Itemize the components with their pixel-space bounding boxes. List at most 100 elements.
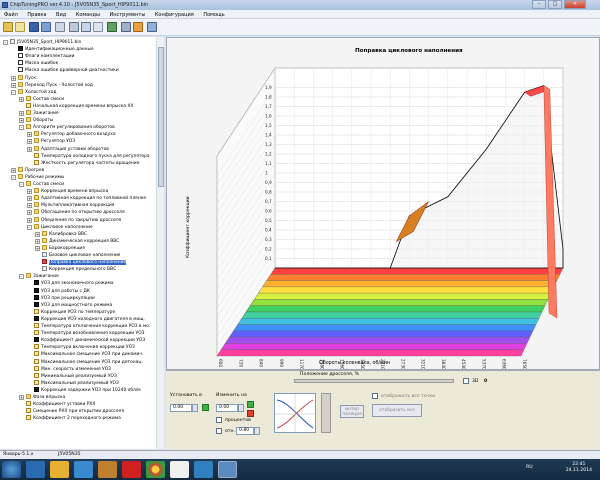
tree-item[interactable]: УОЗ для работы с ДК xyxy=(27,287,90,294)
expander-icon[interactable]: + xyxy=(27,146,32,152)
expander-icon[interactable]: + xyxy=(35,245,40,251)
open-icon[interactable] xyxy=(3,22,13,32)
set-to-input[interactable]: 0.00 xyxy=(170,404,192,412)
display-all-button[interactable]: отобразить все xyxy=(372,404,422,417)
tree-item[interactable]: Маска ошибок xyxy=(11,60,58,66)
tree-item[interactable]: Максимальное смещение УОЗ при детонац. xyxy=(27,358,143,365)
expander-icon[interactable]: + xyxy=(35,238,40,244)
taskbar-ie-icon[interactable] xyxy=(26,461,45,478)
tree-item[interactable]: УОЗ для экономичного режима xyxy=(27,280,114,286)
menu-tools[interactable]: Инструменты xyxy=(106,10,150,18)
surface-chart[interactable]: 0,10,20,30,40,50,60,70,80,911,11,21,31,4… xyxy=(167,38,599,369)
tree-item[interactable]: + Обороты xyxy=(19,117,53,124)
taskbar-explorer-icon[interactable] xyxy=(50,461,69,478)
tree-item[interactable]: + Прогрев xyxy=(11,166,44,173)
settings-icon[interactable] xyxy=(121,22,131,32)
throttle-slider[interactable] xyxy=(294,379,454,383)
expander-icon[interactable]: - xyxy=(19,274,24,280)
save-as-icon[interactable] xyxy=(41,22,51,32)
minimize-button[interactable]: – xyxy=(532,0,546,9)
interpolation-slider[interactable] xyxy=(321,393,331,433)
tree-item[interactable]: Коэффициент динамической коррекции УОЗ xyxy=(27,337,145,343)
expander-icon[interactable]: - xyxy=(3,40,8,45)
change-by-input[interactable]: 0.00 xyxy=(216,404,238,412)
expander-icon[interactable]: + xyxy=(19,96,24,102)
expander-icon[interactable]: + xyxy=(27,139,32,145)
tree-scrollbar[interactable] xyxy=(156,37,164,449)
open-dropdown-icon[interactable] xyxy=(15,22,25,32)
tree-item[interactable]: + Калибровка ВВС xyxy=(35,230,87,237)
tree-item[interactable]: Температура возобновления коррекции УОЗ xyxy=(27,330,145,336)
tree-item[interactable]: - Рабочие режимы xyxy=(11,173,64,180)
tree-item[interactable]: Минимальный реализуемый УОЗ xyxy=(27,372,117,379)
expander-icon[interactable]: + xyxy=(35,231,40,237)
change-by-spinner[interactable] xyxy=(238,404,244,412)
tree-item[interactable]: Коррекция задержки УОЗ при 10240 обл/м xyxy=(27,386,141,393)
tree-item[interactable]: + Переход Пуск - Холостой ход xyxy=(11,81,93,88)
chip-icon[interactable] xyxy=(133,22,143,32)
tree-item[interactable]: - J5V05N35_Sport_HIP9011.bin xyxy=(3,39,81,45)
save-icon[interactable] xyxy=(29,22,39,32)
tree-item[interactable]: Температура включения коррекции УОЗ xyxy=(27,344,135,350)
menu-config[interactable]: Конфигурация xyxy=(151,10,198,18)
tree-item[interactable]: Смещение РХХ при открытии дросселя xyxy=(19,408,124,414)
tree-item[interactable]: УОЗ для мощностного режима xyxy=(27,301,112,308)
expander-icon[interactable]: + xyxy=(11,167,16,173)
set-to-apply-button[interactable] xyxy=(202,404,209,411)
tree-item[interactable]: + Динамическая коррекция ВВС xyxy=(35,237,119,244)
decrease-button[interactable] xyxy=(247,410,254,417)
tree-item[interactable]: + Барокоррекция xyxy=(35,244,85,251)
start-icon[interactable] xyxy=(2,461,21,478)
tree-item[interactable]: Поправка циклового наполнения xyxy=(35,259,127,266)
tree-item[interactable]: Максимальный реализуемый УОЗ xyxy=(27,379,119,386)
tree-item[interactable]: + Обогащение по открытию дросселя xyxy=(27,209,125,216)
tree-item[interactable]: Маска ошибок драйверной диагностики xyxy=(11,67,119,73)
tree-item[interactable]: Базовое цикловое наполнение xyxy=(35,252,120,258)
taskbar-chrome-icon[interactable] xyxy=(146,461,165,478)
tree-item[interactable]: + Мультипликативная коррекция xyxy=(27,202,114,209)
tree-item[interactable]: + Фаза впрыска xyxy=(19,394,65,400)
tree-item[interactable]: Жесткость регулятора частоты вращения xyxy=(27,159,139,166)
tree-item[interactable]: + Регулятор добавочного воздуха xyxy=(27,131,116,138)
interpolation-curve[interactable] xyxy=(274,393,316,433)
tree-item[interactable]: Коррекция предельного ВВС xyxy=(35,266,116,272)
expander-icon[interactable]: + xyxy=(19,395,24,400)
tree-item[interactable]: Мин. скорость изменения УОЗ xyxy=(27,365,111,372)
tree-item[interactable]: - Алгоритм регулирования оборотов xyxy=(19,124,115,131)
menu-commands[interactable]: Команды xyxy=(72,10,104,18)
tree-item[interactable]: Температура холодного пуска для регулято… xyxy=(27,152,150,159)
menu-view[interactable]: Вид xyxy=(52,10,70,18)
tree-item[interactable]: + Зажигание xyxy=(19,110,59,116)
tree-item[interactable]: + Адаптивная коррекция по топливной пленк… xyxy=(27,195,146,202)
relative-checkbox[interactable] xyxy=(216,428,222,434)
checkbox-3d[interactable] xyxy=(463,378,469,384)
tree-item[interactable]: + Регулятор УОЗ xyxy=(27,138,75,145)
expander-icon[interactable]: + xyxy=(27,210,32,216)
tree-item[interactable]: Коррекция УОЗ по температуре xyxy=(27,308,115,315)
help-icon[interactable] xyxy=(147,22,157,32)
expander-icon[interactable]: + xyxy=(27,217,32,223)
percent-checkbox[interactable] xyxy=(216,417,222,423)
checksum-icon[interactable] xyxy=(107,22,117,32)
expander-icon[interactable]: + xyxy=(11,75,16,81)
expander-icon[interactable]: - xyxy=(11,89,16,95)
expander-icon[interactable]: + xyxy=(19,111,24,116)
tree-item[interactable]: + Пуск xyxy=(11,74,36,81)
taskbar-app-icon[interactable] xyxy=(74,461,93,478)
tree-item[interactable]: Коэффициент уставки РХХ xyxy=(19,401,95,407)
expander-icon[interactable]: - xyxy=(11,174,16,180)
expander-icon[interactable]: + xyxy=(19,118,24,124)
interpolation-button[interactable]: интер поляция xyxy=(340,405,364,418)
paste-icon[interactable] xyxy=(81,22,91,32)
tree-item[interactable]: + Адаптация уставки оборотов xyxy=(27,145,109,152)
menu-help[interactable]: Помощь xyxy=(199,10,228,18)
tree-item[interactable]: - Цикловое наполнение xyxy=(27,223,93,230)
taskbar-panda-icon[interactable] xyxy=(170,461,189,478)
taskbar-chiptuning-icon[interactable] xyxy=(218,461,237,478)
menu-edit[interactable]: Правка xyxy=(23,10,50,18)
expander-icon[interactable]: + xyxy=(27,203,32,209)
expander-icon[interactable]: - xyxy=(19,182,24,187)
expander-icon[interactable]: + xyxy=(11,82,16,88)
tree-item[interactable]: - Состав смеси xyxy=(19,181,64,187)
expander-icon[interactable]: - xyxy=(19,125,24,131)
